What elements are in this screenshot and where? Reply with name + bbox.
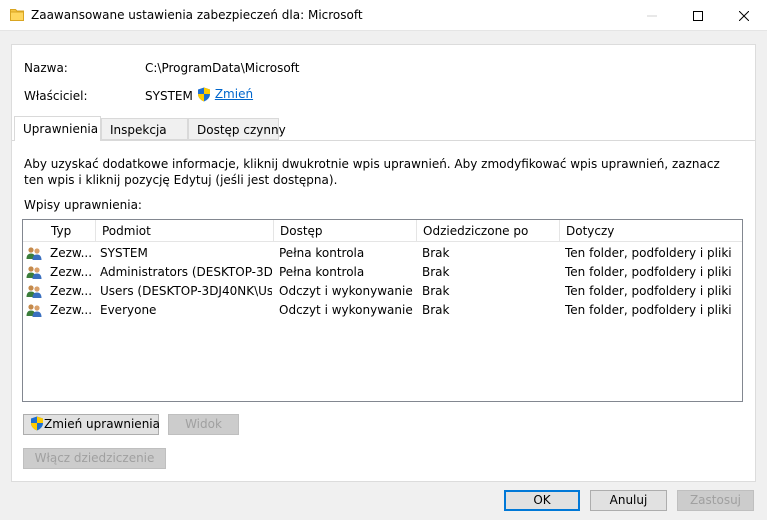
name-value: C:\ProgramData\Microsoft bbox=[145, 61, 300, 75]
users-icon bbox=[26, 285, 42, 298]
cancel-button-label: Anuluj bbox=[609, 493, 648, 507]
tab-permissions[interactable]: Uprawnienia bbox=[14, 116, 101, 141]
enable-inheritance-label: Włącz dziedziczenie bbox=[34, 451, 155, 465]
row-principal: SYSTEM bbox=[100, 246, 148, 260]
column-header-principal-label: Podmiot bbox=[102, 224, 151, 238]
row-principal: Users (DESKTOP-3DJ40NK\Use... bbox=[100, 284, 272, 298]
view-button-label: Widok bbox=[185, 417, 222, 431]
row-inherited: Brak bbox=[422, 265, 450, 279]
row-access: Odczyt i wykonywanie bbox=[279, 303, 413, 317]
description-text: Aby uzyskać dodatkowe informacje, klikni… bbox=[24, 157, 720, 187]
folder-icon bbox=[10, 9, 24, 21]
view-button[interactable]: Widok bbox=[168, 414, 239, 435]
row-applies: Ten folder, podfoldery i pliki bbox=[565, 265, 732, 279]
row-type: Zezw... bbox=[50, 284, 93, 298]
minimize-icon bbox=[647, 15, 657, 16]
window-title: Zaawansowane ustawienia zabezpieczeń dla… bbox=[31, 8, 363, 22]
row-inherited: Brak bbox=[422, 284, 450, 298]
row-applies: Ten folder, podfoldery i pliki bbox=[565, 303, 732, 317]
row-access: Odczyt i wykonywanie bbox=[279, 284, 413, 298]
row-type: Zezw... bbox=[50, 246, 93, 260]
change-owner-link[interactable]: Zmień bbox=[197, 87, 253, 102]
users-icon bbox=[26, 266, 42, 279]
column-header-access-label: Dostęp bbox=[280, 224, 323, 238]
table-row[interactable]: Zezw... Users (DESKTOP-3DJ40NK\Use... Od… bbox=[23, 282, 742, 301]
tab-permissions-label: Uprawnienia bbox=[23, 122, 99, 136]
change-permissions-button[interactable]: Zmień uprawnienia bbox=[23, 414, 160, 435]
column-header-principal[interactable]: Podmiot bbox=[96, 220, 274, 242]
entries-label: Wpisy uprawnienia: bbox=[24, 198, 142, 212]
row-access: Pełna kontrola bbox=[279, 265, 365, 279]
users-icon bbox=[26, 247, 42, 260]
close-icon bbox=[739, 10, 749, 21]
close-button[interactable] bbox=[721, 0, 767, 31]
owner-value: SYSTEM bbox=[145, 89, 193, 103]
change-owner-link-label: Zmień bbox=[214, 87, 254, 101]
uac-shield-icon bbox=[31, 416, 43, 431]
title-bar: Zaawansowane ustawienia zabezpieczeń dla… bbox=[0, 0, 767, 31]
name-label: Nazwa: bbox=[24, 61, 68, 75]
permission-entries-list[interactable]: Typ Podmiot Dostęp Odziedziczone po Doty… bbox=[22, 219, 743, 402]
row-access: Pełna kontrola bbox=[279, 246, 365, 260]
row-applies: Ten folder, podfoldery i pliki bbox=[565, 246, 732, 260]
column-header-access[interactable]: Dostęp bbox=[274, 220, 417, 242]
maximize-icon bbox=[693, 10, 703, 21]
tab-effective-access[interactable]: Dostęp czynny bbox=[188, 118, 286, 140]
row-principal: Administrators (DESKTOP-3DJ... bbox=[100, 265, 272, 279]
owner-label: Właściciel: bbox=[24, 89, 88, 103]
uac-shield-icon bbox=[198, 87, 210, 102]
list-header: Typ Podmiot Dostęp Odziedziczone po Doty… bbox=[23, 220, 742, 242]
column-header-inherited-label: Odziedziczone po bbox=[423, 224, 529, 238]
column-header-inherited[interactable]: Odziedziczone po bbox=[417, 220, 560, 242]
column-header-type-label: Typ bbox=[51, 224, 72, 238]
column-header-applies-label: Dotyczy bbox=[566, 224, 615, 238]
row-type: Zezw... bbox=[50, 265, 93, 279]
row-principal: Everyone bbox=[100, 303, 157, 317]
minimize-button[interactable] bbox=[629, 0, 675, 31]
row-inherited: Brak bbox=[422, 303, 450, 317]
tab-divider bbox=[12, 140, 755, 141]
cancel-button[interactable]: Anuluj bbox=[590, 490, 667, 511]
users-icon bbox=[26, 304, 42, 317]
apply-button[interactable]: Zastosuj bbox=[677, 490, 754, 511]
change-permissions-label: Zmień uprawnienia bbox=[44, 417, 160, 431]
ok-button[interactable]: OK bbox=[504, 490, 580, 511]
ok-button-label: OK bbox=[533, 493, 551, 507]
table-row[interactable]: Zezw... Administrators (DESKTOP-3DJ... P… bbox=[23, 263, 742, 282]
enable-inheritance-button[interactable]: Włącz dziedziczenie bbox=[23, 448, 166, 469]
row-inherited: Brak bbox=[422, 246, 450, 260]
table-row[interactable]: Zezw... SYSTEM Pełna kontrola Brak Ten f… bbox=[23, 244, 742, 263]
row-type: Zezw... bbox=[50, 303, 93, 317]
row-applies: Ten folder, podfoldery i pliki bbox=[565, 284, 732, 298]
tab-auditing[interactable]: Inspekcja bbox=[101, 118, 188, 140]
column-header-type[interactable]: Typ bbox=[45, 220, 96, 242]
tab-effective-access-label: Dostęp czynny bbox=[197, 123, 286, 137]
apply-button-label: Zastosuj bbox=[689, 493, 742, 507]
table-row[interactable]: Zezw... Everyone Odczyt i wykonywanie Br… bbox=[23, 301, 742, 320]
maximize-button[interactable] bbox=[675, 0, 721, 31]
tab-auditing-label: Inspekcja bbox=[110, 123, 167, 137]
column-header-applies[interactable]: Dotyczy bbox=[560, 220, 742, 242]
